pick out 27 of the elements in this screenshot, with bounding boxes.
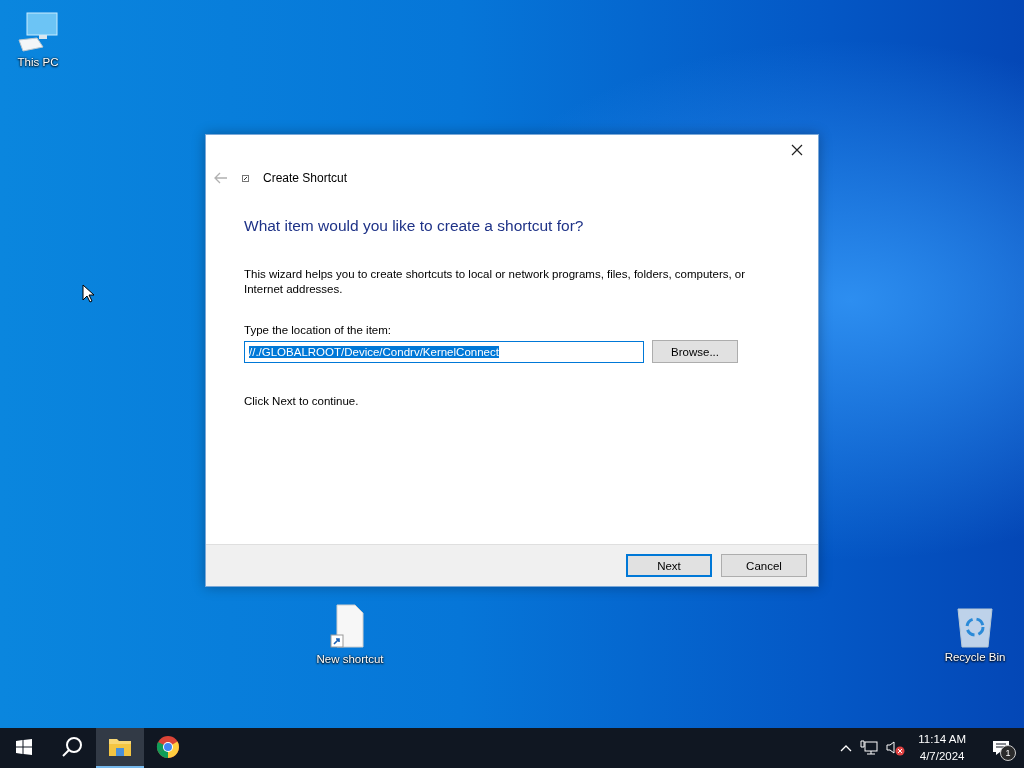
dialog-title: Create Shortcut: [263, 171, 348, 185]
dialog-button[interactable]: Next: [626, 554, 712, 577]
dialog-heading: What item would you like to create a shortcut for?: [244, 217, 585, 235]
dialog-button[interactable]: Cancel: [721, 554, 807, 577]
location-field[interactable]: //./GLOBALROOT/Device/Condrv/KernelConnect: [244, 340, 644, 363]
desktop-icon-label[interactable]: This PC: [17, 56, 59, 68]
muted-speaker-icon[interactable]: [886, 740, 907, 756]
chrome-icon: [156, 735, 180, 759]
desktop-icon-label[interactable]: Recycle Bin: [944, 651, 1006, 663]
taskbar-app-button[interactable]: [96, 728, 144, 768]
browse-button[interactable]: Browse...: [652, 340, 738, 363]
description-text: This wizard helps you to create shortcuts to local or network programs, files, folders, computers, or Internet addresses.: [244, 267, 747, 297]
chevron-up-icon[interactable]: [840, 744, 853, 752]
hint-text: Click Next to continue.: [244, 395, 360, 407]
clock-date[interactable]: 4/7/2024: [919, 748, 965, 765]
shortcut-icon: [242, 174, 249, 182]
field-label: Type the location of the item:: [244, 324, 393, 336]
network-icon[interactable]: [860, 740, 879, 756]
notification-count: 1: [1000, 745, 1016, 761]
close-icon: [791, 144, 803, 156]
clock-time[interactable]: 11:14 AM: [918, 731, 966, 748]
cursor-icon: [82, 284, 94, 303]
computer-icon: [15, 10, 61, 54]
search-icon: [61, 736, 83, 758]
desktop-icon-label[interactable]: New shortcut: [316, 653, 384, 665]
windows-icon: [16, 739, 32, 755]
folder-icon: [108, 737, 132, 757]
